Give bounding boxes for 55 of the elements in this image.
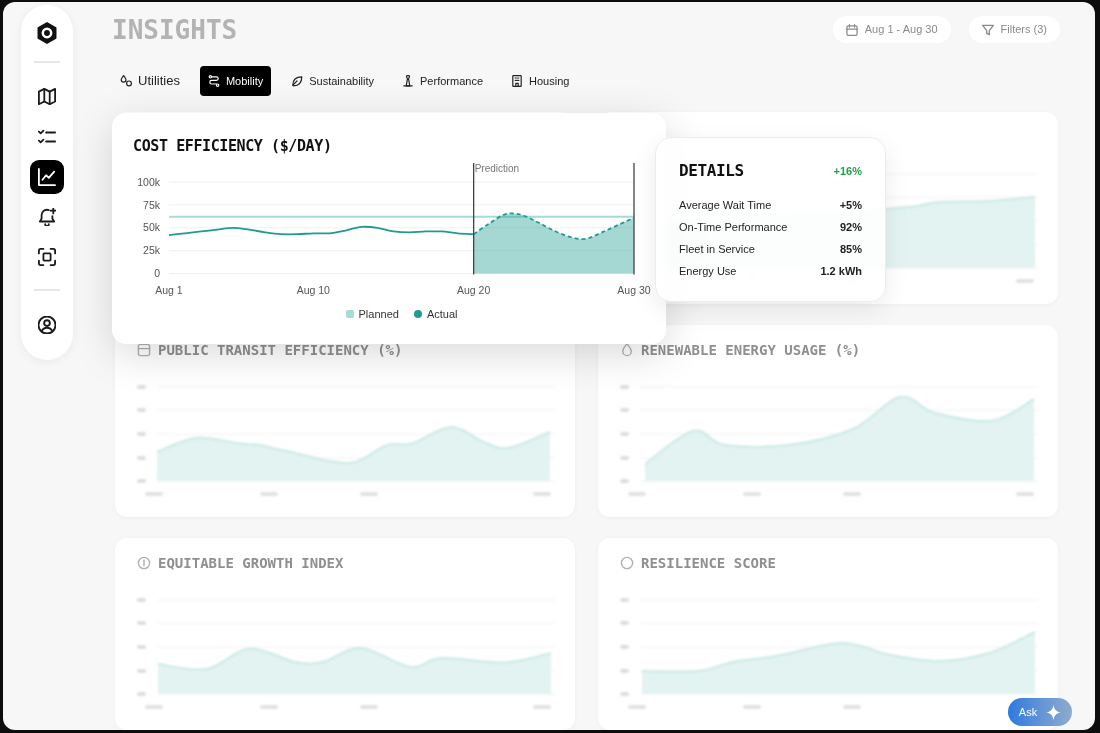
page-title: INSIGHTS [112, 14, 238, 45]
detail-label: On-Time Performance [679, 219, 788, 235]
card-title: EQUITABLE GROWTH INDEX [158, 555, 344, 571]
tab[interactable]: Performance [394, 66, 491, 96]
axis-label: Aug 1 [155, 283, 183, 296]
detail-label: Fleet in Service [679, 241, 755, 257]
tab[interactable]: Mobility [199, 66, 272, 96]
line-chart-icon [38, 168, 56, 186]
filters-button[interactable]: Filters (3) [968, 16, 1060, 43]
legend-label: Actual [426, 307, 458, 321]
axis-label: Aug 20 [457, 283, 491, 296]
drop-icon [620, 343, 634, 357]
details-title: DETAILS [679, 161, 744, 181]
circle-icon [620, 556, 634, 570]
drop-icon [120, 75, 132, 87]
axis-label: 75k [143, 198, 160, 211]
map-icon [38, 88, 56, 106]
user-icon [38, 316, 56, 334]
circle-icon [137, 556, 151, 570]
axis-label: 0 [154, 267, 160, 280]
detail-label: Average Wait Time [679, 197, 772, 213]
detail-label: Energy Use [679, 263, 737, 279]
sparkle-icon [1046, 704, 1062, 720]
detail-value: 1.2 kWh [820, 263, 862, 279]
tab[interactable]: Sustainability [283, 66, 383, 96]
detail-value: 92% [839, 219, 862, 235]
leaf-icon [291, 75, 304, 87]
date-range-button[interactable]: Aug 1 - Aug 30 [832, 16, 951, 43]
building-icon [511, 75, 523, 87]
tab[interactable]: Utilities [112, 66, 188, 96]
axis-label: 50k [143, 221, 160, 234]
series-label: Prediction [474, 162, 520, 174]
pawn-icon [402, 75, 415, 87]
chart-button[interactable] [30, 160, 64, 194]
filter-icon [981, 23, 994, 36]
legend-label: Planned [358, 307, 399, 321]
tab[interactable]: Housing [503, 66, 578, 96]
card-title: COST EFFICIENCY ($/DAY) [133, 137, 332, 155]
change-value: +16% [833, 163, 862, 179]
detail-value: +5% [839, 197, 862, 213]
card-title: RENEWABLE ENERGY USAGE (%) [641, 342, 861, 358]
detail-value: 85% [839, 241, 862, 257]
route-icon [207, 75, 220, 87]
axis-label: Aug 30 [617, 283, 651, 296]
scan-icon [38, 248, 56, 266]
logo-icon [36, 22, 58, 44]
axis-label: Aug 10 [296, 283, 330, 296]
axis-label: 100k [137, 175, 160, 188]
card-title: PUBLIC TRANSIT EFFICIENCY (%) [158, 342, 403, 358]
bell-plus-icon [38, 208, 56, 226]
card-title: RESILIENCE SCORE [641, 555, 776, 571]
axis-label: 25k [143, 244, 160, 257]
calendar-icon [845, 23, 858, 36]
square-icon [137, 343, 151, 357]
task-list-icon [38, 128, 56, 146]
